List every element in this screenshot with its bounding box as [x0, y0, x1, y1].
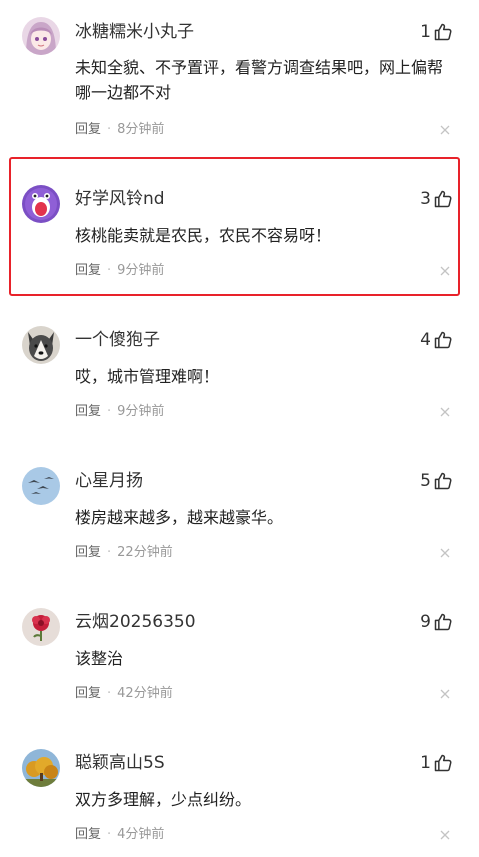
close-icon[interactable] [439, 688, 451, 700]
like-count: 1 [420, 22, 431, 42]
timestamp: 8分钟前 [117, 122, 165, 137]
comment-meta: 回复 · 8分钟前 [75, 121, 164, 139]
comment-item: 一个傻狍子 4 哎，城市管理难啊！ 回复 · 9分钟前 [0, 311, 479, 452]
like-button[interactable]: 5 [420, 469, 453, 493]
close-icon[interactable] [439, 124, 451, 136]
avatar[interactable] [22, 467, 60, 505]
comment-item: 冰糖糯米小丸子 1 未知全貌、不予置评，看警方调查结果吧，网上偏帮哪一边都不对 … [0, 0, 479, 141]
close-icon[interactable] [439, 829, 451, 841]
husky-dog-avatar-icon [22, 326, 60, 364]
reply-button[interactable]: 回复 [75, 686, 101, 701]
close-icon[interactable] [439, 547, 451, 559]
reply-button[interactable]: 回复 [75, 827, 101, 842]
comment-text: 哎，城市管理难啊！ [75, 367, 220, 386]
avatar[interactable] [22, 608, 60, 646]
separator-dot: · [107, 686, 112, 701]
like-button[interactable]: 9 [420, 610, 453, 634]
close-icon[interactable] [439, 406, 451, 418]
username[interactable]: 聪颖高山5S [75, 752, 165, 774]
username[interactable]: 云烟20256350 [75, 611, 196, 633]
thumbs-up-icon [434, 613, 452, 631]
autumn-tree-avatar-icon [22, 749, 60, 787]
avatar[interactable] [22, 326, 60, 364]
thumbs-up-icon [434, 23, 452, 41]
comment-item: 云烟20256350 9 该整治 回复 · 42分钟前 [0, 593, 479, 734]
like-count: 1 [420, 753, 431, 773]
reply-button[interactable]: 回复 [75, 122, 101, 137]
avatar[interactable] [22, 17, 60, 55]
birds-sky-avatar-icon [22, 467, 60, 505]
thumbs-up-icon [434, 331, 452, 349]
like-button[interactable]: 4 [420, 328, 453, 352]
thumbs-up-icon [434, 472, 452, 490]
timestamp: 22分钟前 [117, 545, 173, 560]
comment-text: 未知全貌、不予置评，看警方调查结果吧，网上偏帮哪一边都不对 [75, 58, 444, 102]
comment-meta: 回复 · 9分钟前 [75, 403, 164, 421]
reply-button[interactable]: 回复 [75, 545, 101, 560]
separator-dot: · [107, 404, 112, 419]
comment-meta: 回复 · 4分钟前 [75, 826, 164, 844]
separator-dot: · [107, 545, 112, 560]
comment-text: 双方多理解，少点纠纷。 [75, 790, 252, 809]
red-flower-avatar-icon [22, 608, 60, 646]
timestamp: 9分钟前 [117, 404, 165, 419]
like-button[interactable]: 1 [420, 20, 453, 44]
username[interactable]: 心星月扬 [75, 470, 143, 492]
reply-button[interactable]: 回复 [75, 404, 101, 419]
timestamp: 4分钟前 [117, 827, 165, 842]
comment-meta: 回复 · 42分钟前 [75, 685, 173, 703]
highlight-box [9, 157, 460, 296]
anime-girl-avatar-icon [22, 17, 60, 55]
username[interactable]: 一个傻狍子 [75, 329, 160, 351]
username[interactable]: 冰糖糯米小丸子 [75, 21, 194, 43]
comment-item: 聪颖高山5S 1 双方多理解，少点纠纷。 回复 · 4分钟前 [0, 734, 479, 857]
avatar[interactable] [22, 749, 60, 787]
like-count: 5 [420, 471, 431, 491]
thumbs-up-icon [434, 754, 452, 772]
separator-dot: · [107, 827, 112, 842]
comment-text: 该整治 [75, 649, 124, 668]
like-count: 9 [420, 612, 431, 632]
timestamp: 42分钟前 [117, 686, 173, 701]
comment-item: 心星月扬 5 楼房越来越多，越来越豪华。 回复 · 22分钟前 [0, 452, 479, 593]
comment-text: 楼房越来越多，越来越豪华。 [75, 508, 284, 527]
separator-dot: · [107, 122, 112, 137]
like-button[interactable]: 1 [420, 751, 453, 775]
like-count: 4 [420, 330, 431, 350]
comment-meta: 回复 · 22分钟前 [75, 544, 173, 562]
